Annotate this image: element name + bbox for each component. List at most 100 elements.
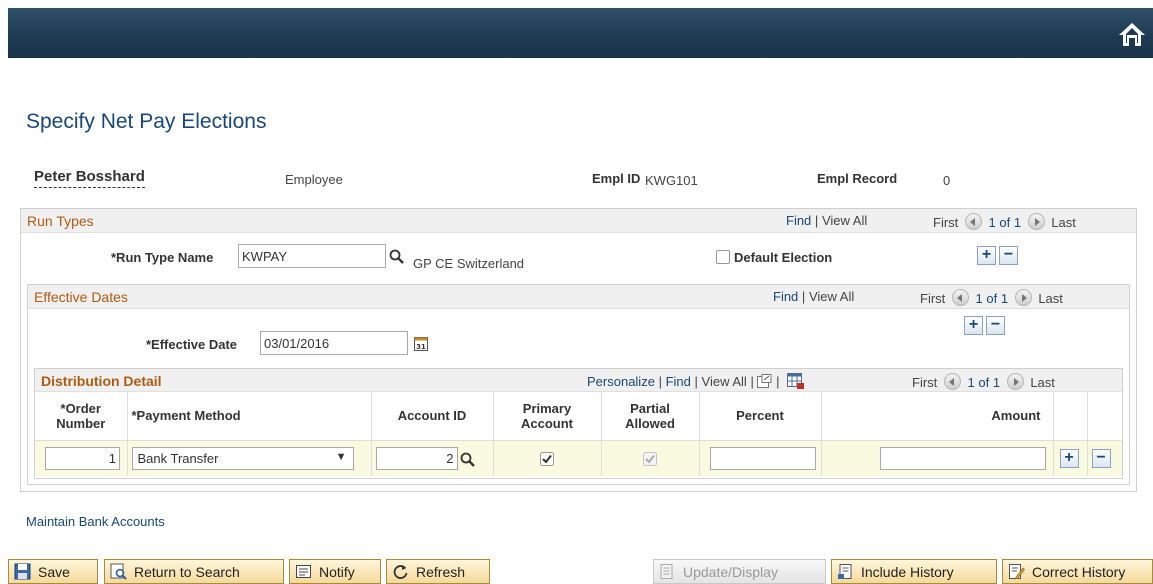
run-types-first: First: [933, 215, 959, 230]
effective-dates-header: Effective Dates Find | View All First 1 …: [28, 285, 1129, 309]
distribution-pager: First 1 of 1 Last: [912, 373, 1055, 390]
col-order-number[interactable]: *Order Number: [35, 392, 128, 441]
col-percent[interactable]: Percent: [699, 392, 822, 441]
add-row-button[interactable]: +: [977, 246, 996, 265]
primary-account-checkbox[interactable]: [539, 451, 554, 469]
col-delete: [1087, 392, 1122, 441]
percent-input[interactable]: [709, 446, 816, 470]
save-label: Save: [38, 563, 70, 580]
nav-separator: |: [694, 374, 698, 389]
emplrec-value: 0: [943, 173, 951, 188]
add-row-button[interactable]: +: [964, 316, 983, 335]
prev-icon[interactable]: [951, 289, 969, 306]
distribution-last: Last: [1030, 375, 1055, 390]
amount-input[interactable]: [879, 446, 1046, 470]
default-election-label: Default Election: [734, 250, 833, 265]
emplrec-label: Empl Record: [817, 171, 898, 186]
lookup-icon[interactable]: [389, 249, 405, 268]
effective-dates-page: 1 of 1: [975, 291, 1009, 306]
nav-separator: |: [776, 374, 780, 389]
home-icon[interactable]: [1117, 21, 1147, 47]
personalize-link[interactable]: Personalize: [587, 374, 655, 389]
next-icon[interactable]: [1014, 289, 1032, 306]
distribution-section: Distribution Detail Personalize | Find |…: [34, 368, 1123, 479]
col-amount[interactable]: Amount: [821, 392, 1054, 441]
notify-button[interactable]: Notify: [289, 559, 381, 584]
svg-text:31: 31: [416, 343, 426, 351]
payment-method-value: Bank Transfer: [137, 450, 219, 466]
account-id-input[interactable]: [375, 446, 458, 470]
include-history-button[interactable]: Include History: [831, 559, 997, 584]
dropdown-arrow-icon: ▼: [335, 450, 347, 463]
run-types-find-link[interactable]: Find: [786, 213, 811, 228]
order-number-input[interactable]: [45, 446, 120, 470]
payment-method-select[interactable]: Bank Transfer ▼: [131, 446, 354, 470]
run-type-name-input[interactable]: [238, 244, 386, 268]
next-icon[interactable]: [1027, 213, 1045, 230]
update-display-icon: [659, 563, 676, 580]
effective-date-label: *Effective Date: [146, 337, 238, 352]
maintain-bank-accounts-link[interactable]: Maintain Bank Accounts: [26, 514, 165, 529]
return-to-search-label: Return to Search: [134, 563, 240, 580]
distribution-view-all[interactable]: View All: [702, 374, 747, 389]
delete-row-button[interactable]: −: [1091, 448, 1111, 468]
return-to-search-icon: [110, 563, 127, 580]
employee-name[interactable]: Peter Bosshard: [34, 168, 145, 188]
page-title: Specify Net Pay Elections: [26, 110, 267, 133]
effective-date-input[interactable]: [260, 331, 408, 355]
effective-dates-nav: Find | View All: [773, 289, 854, 304]
refresh-label: Refresh: [416, 563, 466, 580]
emplid-label: Empl ID: [592, 171, 641, 186]
notify-label: Notify: [319, 563, 355, 580]
refresh-button[interactable]: Refresh: [386, 559, 490, 584]
distribution-title: Distribution Detail: [41, 373, 162, 389]
next-icon[interactable]: [1006, 373, 1024, 390]
delete-row-button[interactable]: −: [999, 246, 1018, 265]
prev-icon[interactable]: [964, 213, 982, 230]
include-history-icon: [837, 563, 854, 580]
run-types-view-all[interactable]: View All: [822, 213, 867, 228]
distribution-header: Distribution Detail Personalize | Find |…: [35, 369, 1122, 392]
top-banner: [8, 8, 1153, 58]
col-add: [1053, 392, 1088, 441]
run-types-last: Last: [1051, 215, 1076, 230]
default-election-checkbox[interactable]: [716, 250, 730, 264]
effective-dates-section: Effective Dates Find | View All First 1 …: [27, 284, 1130, 485]
delete-row-button[interactable]: −: [986, 316, 1005, 335]
run-types-section: Run Types Find | View All First 1 of 1 L…: [20, 208, 1137, 492]
effective-dates-find-link[interactable]: Find: [773, 289, 798, 304]
col-primary-account[interactable]: Primary Account: [493, 392, 602, 441]
col-account-id[interactable]: Account ID: [371, 392, 494, 441]
nav-separator: |: [814, 213, 819, 228]
include-history-label: Include History: [861, 563, 954, 580]
nav-separator: |: [801, 289, 806, 304]
prev-icon[interactable]: [943, 373, 961, 390]
update-display-label: Update/Display: [683, 563, 778, 580]
distribution-page: 1 of 1: [967, 375, 1001, 390]
run-types-title: Run Types: [27, 213, 94, 229]
emplid-value: KWG101: [645, 173, 698, 188]
correct-history-button[interactable]: Correct History: [1002, 559, 1153, 584]
run-types-pager: First 1 of 1 Last: [933, 213, 1076, 230]
save-button[interactable]: Save: [8, 559, 98, 584]
distribution-find-link[interactable]: Find: [666, 374, 691, 389]
add-row-button[interactable]: +: [1059, 448, 1079, 468]
correct-history-label: Correct History: [1032, 563, 1126, 580]
download-grid-icon[interactable]: [787, 373, 805, 392]
effective-dates-first: First: [920, 291, 946, 306]
refresh-icon: [392, 563, 409, 580]
effective-dates-title: Effective Dates: [34, 289, 128, 305]
update-display-button[interactable]: Update/Display: [653, 559, 826, 584]
correct-history-icon: [1008, 563, 1025, 580]
effective-dates-view-all[interactable]: View All: [809, 289, 854, 304]
run-type-description: GP CE Switzerland: [413, 256, 525, 271]
new-window-icon[interactable]: [757, 374, 772, 391]
effective-dates-pager: First 1 of 1 Last: [920, 289, 1063, 306]
calendar-icon[interactable]: 31: [414, 336, 428, 354]
col-partial-allowed[interactable]: Partial Allowed: [601, 392, 700, 441]
lookup-icon[interactable]: [460, 452, 476, 471]
run-type-name-label: *Run Type Name: [111, 250, 214, 265]
return-to-search-button[interactable]: Return to Search: [104, 559, 284, 584]
nav-separator: |: [658, 374, 662, 389]
col-payment-method[interactable]: *Payment Method: [127, 392, 372, 441]
